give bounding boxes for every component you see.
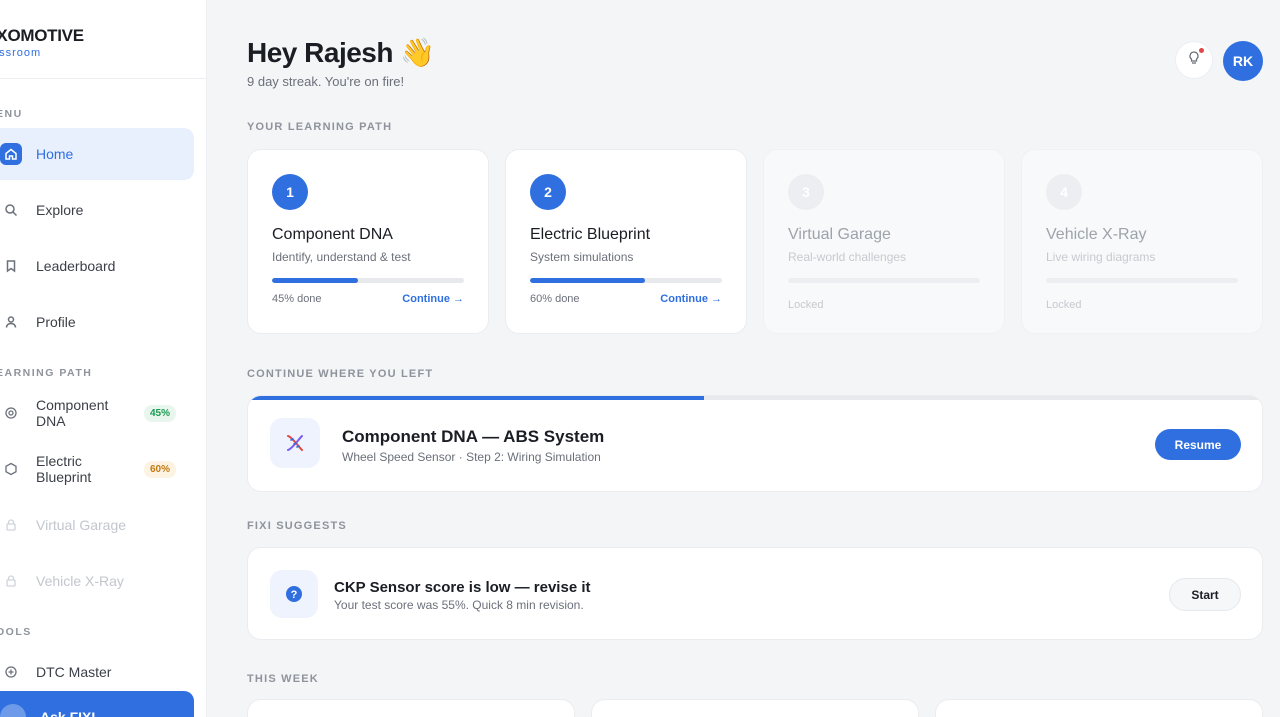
progress-fill (248, 396, 705, 400)
sidebar-item-label: Home (36, 146, 74, 162)
card-subtitle: System simulations (530, 250, 634, 264)
card-subtitle: Identify, understand & test (272, 250, 411, 264)
path-card-electric-blueprint[interactable]: 2 Electric Blueprint System simulations … (505, 149, 747, 334)
suggestion-card[interactable]: ? CKP Sensor score is low — revise it Yo… (247, 547, 1263, 640)
fixi-avatar-icon (0, 704, 26, 717)
progress-bar (272, 278, 464, 283)
brand-name: IXOMOTIVE (0, 26, 84, 45)
continue-title: Component DNA — ABS System (342, 427, 605, 446)
search-icon (0, 199, 22, 221)
learning-path-section-label: EARNING PATH (0, 367, 93, 379)
sidebar-item-electric-blueprint[interactable]: Electric Blueprint 60% (0, 445, 194, 493)
path-card-component-dna[interactable]: 1 Component DNA Identify, understand & t… (247, 149, 489, 334)
divider (0, 78, 206, 79)
bookmark-icon (0, 255, 22, 277)
progress-bar (788, 278, 980, 283)
question-icon: ? (270, 570, 318, 618)
sidebar-item-label: Electric Blueprint (36, 453, 92, 485)
continue-card[interactable]: Component DNA — ABS System Wheel Speed S… (247, 395, 1263, 492)
section-label-continue: CONTINUE WHERE YOU LEFT (247, 368, 434, 380)
week-stat-card (935, 699, 1263, 717)
sidebar-item-label: Leaderboard (36, 258, 116, 274)
streak-text: 9 day streak. You're on fire! (247, 74, 405, 89)
card-title: Electric Blueprint (530, 226, 651, 243)
ask-fixi-button[interactable]: Ask FIXI (0, 691, 194, 717)
user-icon (0, 311, 22, 333)
step-number: 4 (1046, 174, 1082, 210)
continue-link[interactable]: Continue → (402, 293, 464, 305)
card-title: Component DNA (272, 226, 393, 243)
sidebar-item-profile[interactable]: Profile (0, 296, 194, 348)
week-stat-card (591, 699, 919, 717)
sidebar-item-virtual-garage[interactable]: Virtual Garage (0, 501, 194, 549)
avatar[interactable]: RK (1223, 41, 1263, 81)
dna-icon (270, 418, 320, 468)
progress-fill (272, 278, 359, 283)
locked-text: Locked (788, 299, 824, 311)
progress-text: 45% done (272, 293, 322, 305)
path-card-virtual-garage: 3 Virtual Garage Real-world challenges L… (763, 149, 1005, 334)
suggestion-subtitle: Your test score was 55%. Quick 8 min rev… (334, 598, 584, 612)
tools-section-label: OOLS (0, 626, 32, 638)
step-number: 1 (272, 174, 308, 210)
ask-fixi-label: Ask FIXI (40, 709, 96, 717)
sidebar-item-label: Virtual Garage (36, 517, 127, 533)
card-subtitle: Live wiring diagrams (1046, 250, 1156, 264)
section-label-this-week: THIS WEEK (247, 673, 319, 685)
card-title: Vehicle X-Ray (1046, 226, 1147, 243)
card-subtitle: Real-world challenges (788, 250, 907, 264)
sidebar-item-label: Profile (36, 314, 76, 330)
start-button[interactable]: Start (1169, 578, 1241, 611)
sidebar-item-home[interactable]: Home (0, 128, 194, 180)
home-icon (0, 143, 22, 165)
lock-icon (0, 570, 22, 592)
sidebar-item-leaderboard[interactable]: Leaderboard (0, 240, 194, 292)
brand-subtitle: assroom (0, 47, 42, 59)
hexagon-icon (0, 458, 22, 480)
sidebar-item-explore[interactable]: Explore (0, 184, 194, 236)
menu-section-label: ENU (0, 108, 23, 120)
progress-badge: 60% (143, 460, 176, 478)
week-stat-card (247, 699, 575, 717)
lock-icon (0, 514, 22, 536)
sidebar-item-component-dna[interactable]: Component DNA 45% (0, 389, 194, 437)
plus-circle-icon (0, 661, 22, 683)
card-title: Virtual Garage (788, 226, 891, 243)
sidebar-item-vehicle-x-ray[interactable]: Vehicle X-Ray (0, 557, 194, 605)
section-label-learning-path: YOUR LEARNING PATH (247, 121, 393, 133)
notification-dot (1199, 48, 1204, 53)
progress-text: 60% done (530, 293, 580, 305)
step-number: 3 (788, 174, 824, 210)
path-card-vehicle-x-ray: 4 Vehicle X-Ray Live wiring diagrams Loc… (1021, 149, 1263, 334)
sidebar-item-label: Explore (36, 202, 84, 218)
notifications-button[interactable] (1175, 41, 1213, 79)
resume-button[interactable]: Resume (1155, 429, 1241, 460)
progress-bar (1046, 278, 1238, 283)
bulb-icon (1187, 50, 1201, 71)
suggestion-title: CKP Sensor score is low — revise it (334, 579, 591, 596)
continue-subtitle: Wheel Speed Sensor · Step 2: Wiring Simu… (342, 450, 601, 464)
sidebar-item-label: DTC Master (36, 664, 112, 680)
target-icon (0, 402, 22, 424)
progress-bar (248, 396, 1262, 400)
sidebar-item-label: Component DNA (36, 397, 109, 429)
step-number: 2 (530, 174, 566, 210)
sidebar: IXOMOTIVE assroom ENU Home Explore Leade… (0, 0, 207, 717)
progress-badge: 45% (143, 404, 176, 422)
progress-bar (530, 278, 722, 283)
section-label-suggests: FIXI SUGGESTS (247, 520, 347, 532)
sidebar-item-label: Vehicle X-Ray (36, 573, 124, 589)
brand-logo[interactable]: IXOMOTIVE assroom (0, 26, 84, 59)
progress-fill (530, 278, 646, 283)
page-title: Hey Rajesh 👋 (247, 37, 435, 68)
continue-link[interactable]: Continue → (660, 293, 722, 305)
locked-text: Locked (1046, 299, 1082, 311)
svg-text:?: ? (291, 589, 298, 601)
